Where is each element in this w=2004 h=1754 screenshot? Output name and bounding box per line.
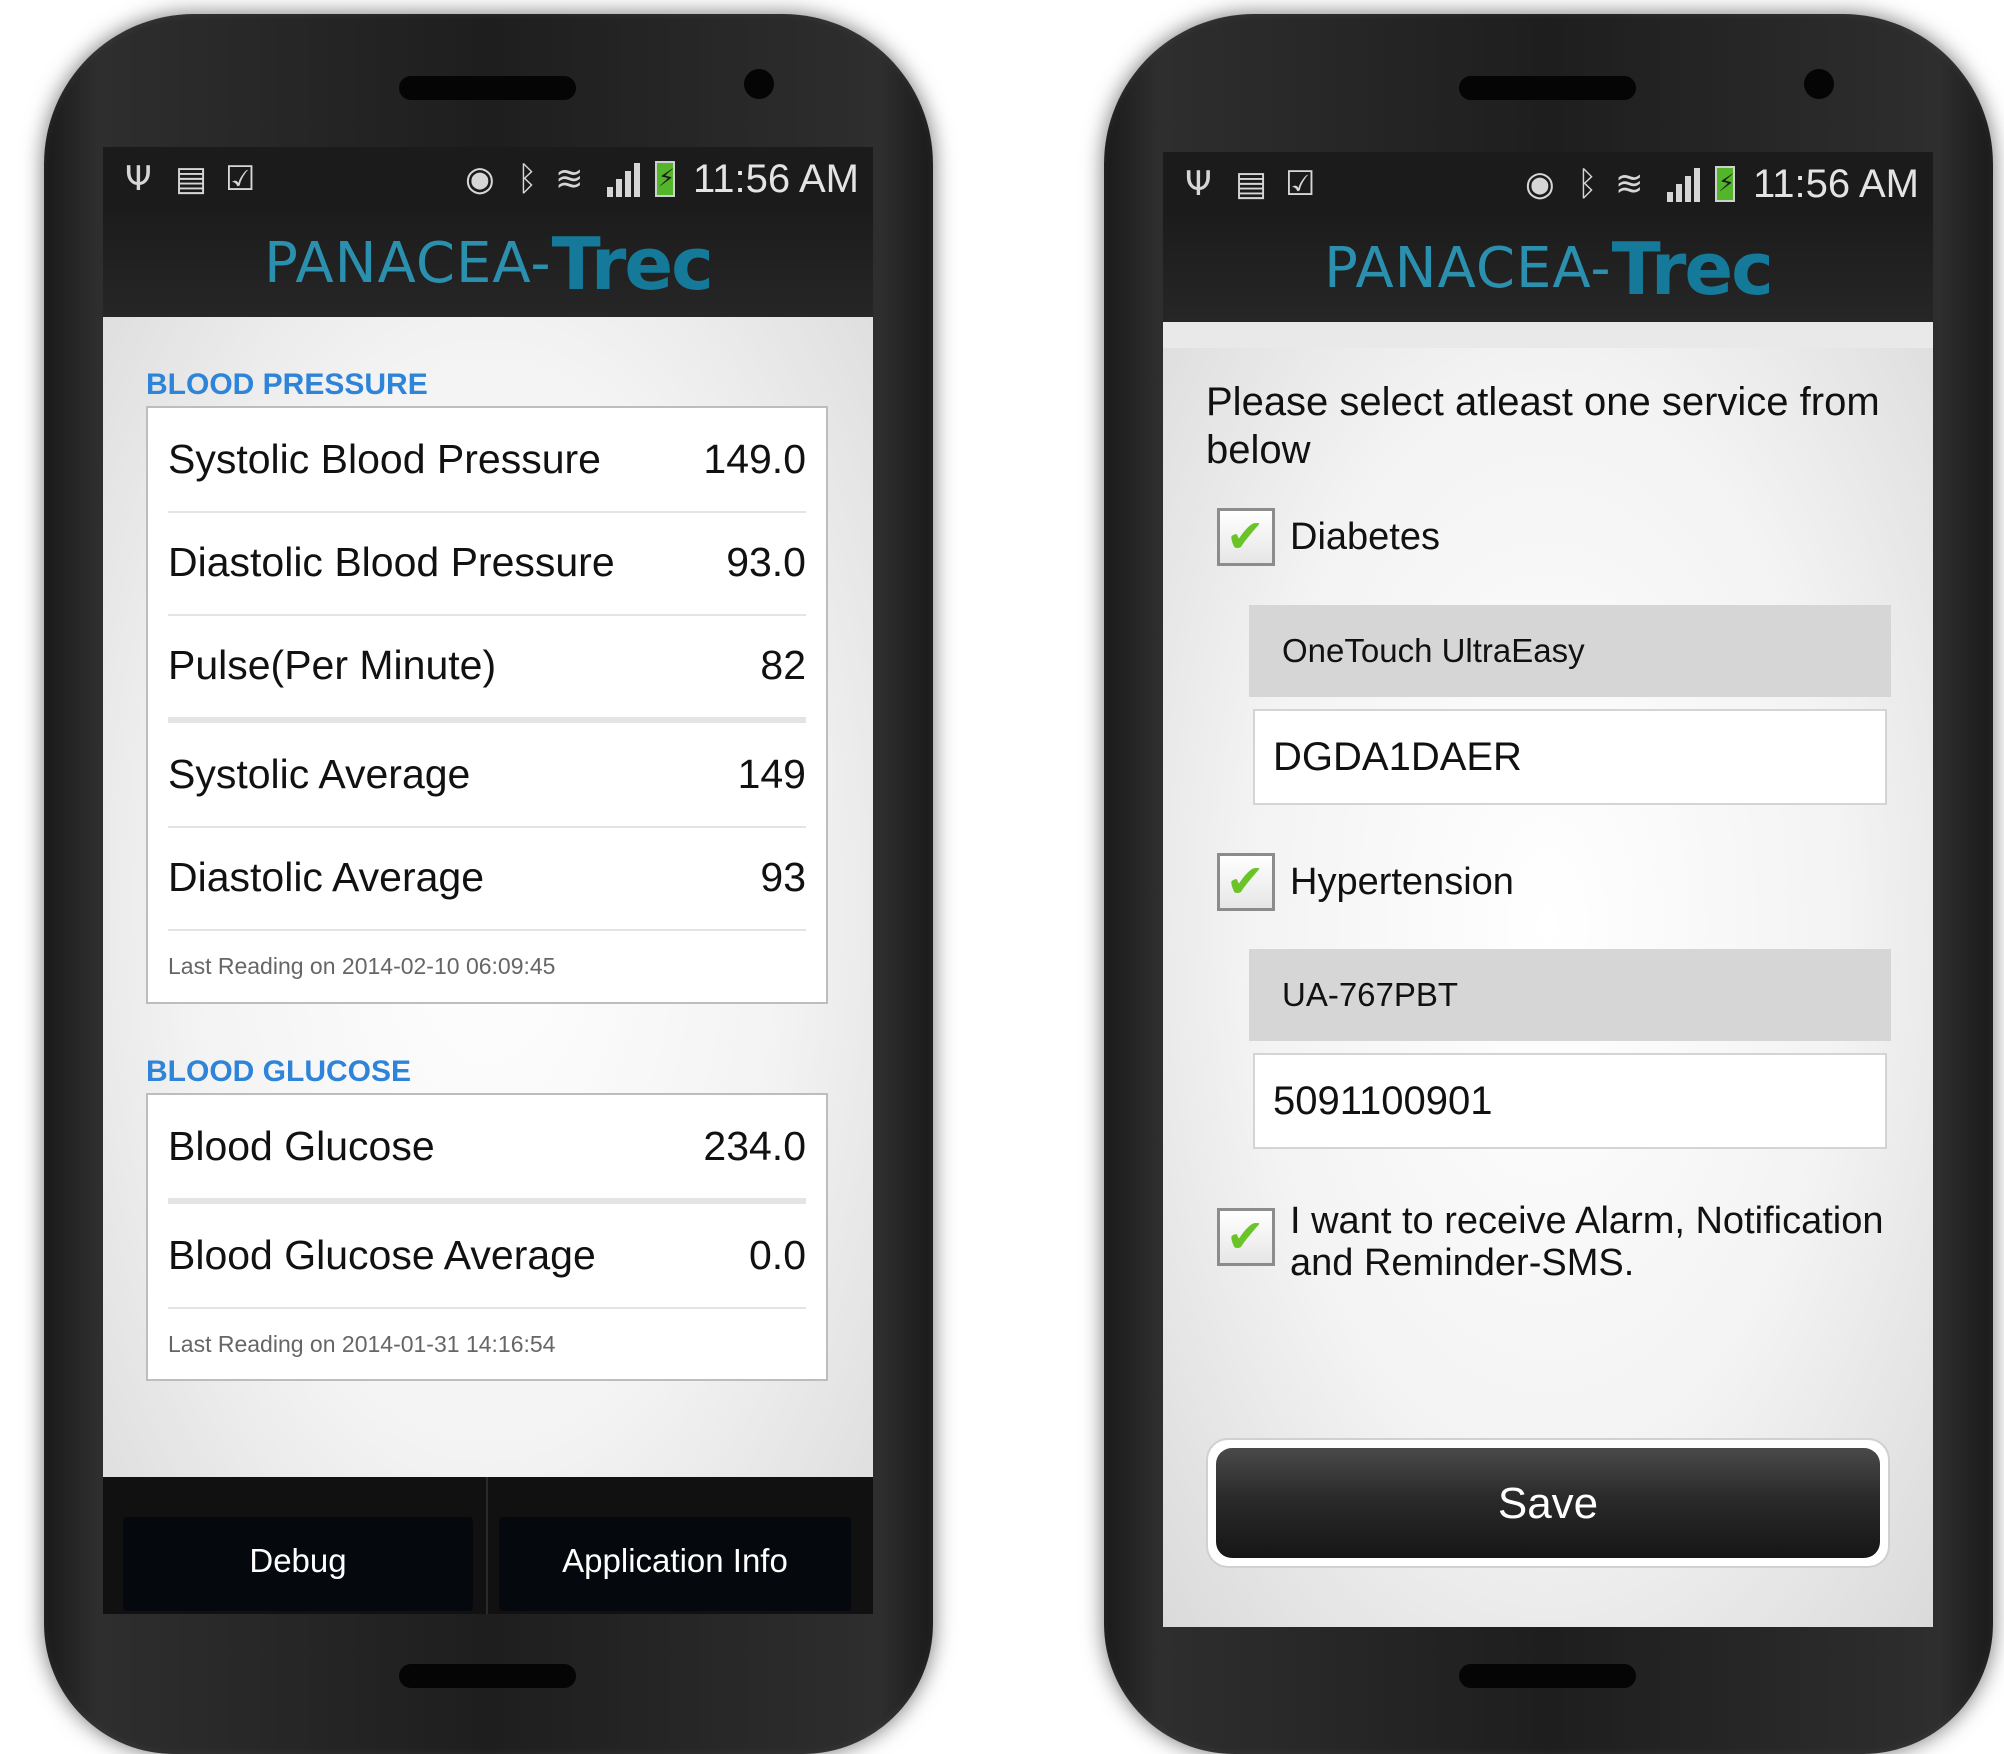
hypertension-device-bar: UA-767PBT <box>1249 949 1891 1041</box>
sim-icon: ▤ <box>175 159 208 199</box>
earpiece-speaker <box>399 76 576 100</box>
hypertension-checkbox[interactable]: ✔ <box>1217 853 1275 911</box>
battery-charging-icon: ⚡ <box>655 161 675 197</box>
sms-opt-in-label: I want to receive Alarm, Notification an… <box>1290 1200 1884 1284</box>
front-camera <box>1804 69 1834 99</box>
wifi-icon: ≋ <box>555 159 584 199</box>
usb-icon: Ψ <box>125 159 152 199</box>
dashboard-content: BLOOD PRESSURE Systolic Blood Pressure 1… <box>103 317 873 1614</box>
sms-opt-in-option[interactable]: ✔ I want to receive Alarm, Notification … <box>1217 1200 1897 1284</box>
signal-icon <box>607 161 647 197</box>
app-header: PANACEA-Trec <box>103 211 873 317</box>
bottom-speaker <box>399 1664 576 1688</box>
status-bar: Ψ ▤ ☑ ◉ ᛒ ≋ ⚡ 11:56 AM <box>103 147 873 211</box>
bp-row-systolic: Systolic Blood Pressure 149.0 <box>168 408 806 513</box>
diabetes-label: Diabetes <box>1290 516 1440 558</box>
bg-last-reading: Last Reading on 2014-01-31 14:16:54 <box>168 1331 556 1357</box>
sms-opt-in-checkbox[interactable]: ✔ <box>1217 1208 1275 1266</box>
phone-frame-left: Ψ ▤ ☑ ◉ ᛒ ≋ ⚡ 11:56 AM PANACEA-Trec BLOO… <box>44 14 933 1754</box>
checkmark-icon: ✔ <box>1226 509 1265 563</box>
bg-row-glucose: Blood Glucose 234.0 <box>168 1095 806 1204</box>
status-time: 11:56 AM <box>692 157 859 201</box>
blood-pressure-card: Systolic Blood Pressure 149.0 Diastolic … <box>146 406 828 1004</box>
dashboard-screen: Ψ ▤ ☑ ◉ ᛒ ≋ ⚡ 11:56 AM PANACEA-Trec BLOO… <box>103 147 873 1614</box>
sim-icon: ▤ <box>1235 164 1268 204</box>
diabetes-device-name: OneTouch UltraEasy <box>1282 632 1585 669</box>
app-header: PANACEA-Trec <box>1163 216 1933 322</box>
eye-icon: ◉ <box>465 159 495 199</box>
usb-icon: Ψ <box>1185 164 1212 204</box>
blood-glucose-card: Blood Glucose 234.0 Blood Glucose Averag… <box>146 1093 828 1381</box>
diabetes-checkbox[interactable]: ✔ <box>1217 508 1275 566</box>
bg-row-glucose-average: Blood Glucose Average 0.0 <box>168 1204 806 1309</box>
status-bar: Ψ ▤ ☑ ◉ ᛒ ≋ ⚡ 11:56 AM <box>1163 152 1933 216</box>
bp-row-pulse: Pulse(Per Minute) 82 <box>168 614 806 723</box>
diabetes-device-bar: OneTouch UltraEasy <box>1249 605 1891 697</box>
shopping-bag-icon: ☑ <box>1285 164 1316 204</box>
bp-row-diastolic-average: Diastolic Average 93 <box>168 826 806 931</box>
blood-pressure-title: BLOOD PRESSURE <box>146 368 428 401</box>
save-button[interactable]: Save <box>1216 1448 1880 1558</box>
application-info-button[interactable]: Application Info <box>499 1517 851 1611</box>
signal-icon <box>1667 166 1707 202</box>
eye-icon: ◉ <box>1525 164 1555 204</box>
service-prompt: Please select atleast one service from b… <box>1206 380 1880 472</box>
battery-charging-icon: ⚡ <box>1715 166 1735 202</box>
bp-last-reading: Last Reading on 2014-02-10 06:09:45 <box>168 953 556 979</box>
services-screen: Ψ ▤ ☑ ◉ ᛒ ≋ ⚡ 11:56 AM PANACEA-Trec Plea… <box>1163 152 1933 1627</box>
save-button-frame: Save <box>1206 1438 1890 1568</box>
shopping-bag-icon: ☑ <box>225 159 256 199</box>
hypertension-device-name: UA-767PBT <box>1282 976 1459 1013</box>
front-camera <box>744 69 774 99</box>
bottom-speaker <box>1459 1664 1636 1688</box>
checkmark-icon: ✔ <box>1226 1209 1265 1263</box>
panacea-trec-logo: PANACEA-Trec <box>1324 227 1774 311</box>
bluetooth-icon: ᛒ <box>1577 164 1598 204</box>
earpiece-speaker <box>1459 76 1636 100</box>
hypertension-option[interactable]: ✔ Hypertension <box>1217 853 1857 917</box>
bp-row-systolic-average: Systolic Average 149 <box>168 723 806 828</box>
blood-glucose-title: BLOOD GLUCOSE <box>146 1055 412 1088</box>
diabetes-option[interactable]: ✔ Diabetes <box>1217 508 1857 572</box>
footer-bar: Debug Application Info <box>103 1477 873 1614</box>
debug-button[interactable]: Debug <box>123 1517 473 1611</box>
panacea-trec-logo: PANACEA-Trec <box>264 222 714 306</box>
footer-divider <box>486 1477 488 1614</box>
status-time: 11:56 AM <box>1752 162 1919 206</box>
wifi-icon: ≋ <box>1615 164 1644 204</box>
hypertension-label: Hypertension <box>1290 861 1514 903</box>
hypertension-serial-input[interactable]: 5091100901 <box>1253 1053 1887 1149</box>
checkmark-icon: ✔ <box>1226 854 1265 908</box>
bp-row-diastolic: Diastolic Blood Pressure 93.0 <box>168 511 806 616</box>
diabetes-serial-input[interactable]: DGDA1DAER <box>1253 709 1887 805</box>
phone-frame-right: Ψ ▤ ☑ ◉ ᛒ ≋ ⚡ 11:56 AM PANACEA-Trec Plea… <box>1104 14 1993 1754</box>
services-content: Please select atleast one service from b… <box>1163 348 1933 1627</box>
bluetooth-icon: ᛒ <box>517 159 538 199</box>
